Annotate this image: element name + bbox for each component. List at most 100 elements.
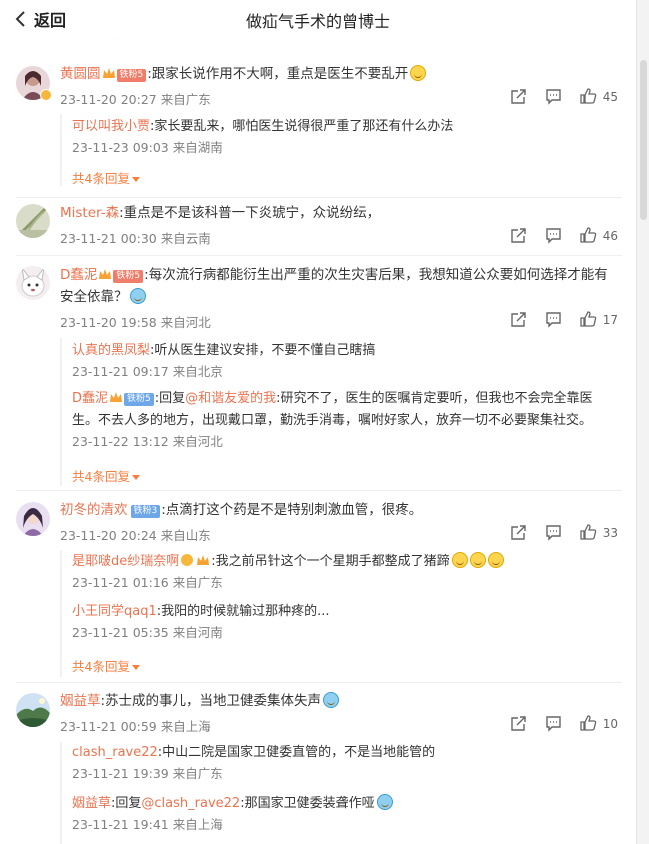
reply-prefix: :回复 [154,391,186,406]
page-title: 做疝气手术的曾博士 [245,12,390,31]
comment-meta: 23-11-20 20:24 来自山东 [60,528,211,543]
verified-badge-icon [181,554,194,566]
comment-text: :苏士成的事儿，当地卫健委集体失声 [100,693,322,709]
reply-text: :那国家卫健委装聋作哑 [240,796,375,811]
laugh-emoji-icon [410,65,427,81]
share-button[interactable] [510,311,527,328]
comment-icon [546,89,561,105]
reply-mention[interactable]: @clash_rave22 [141,796,240,811]
divider [16,197,622,198]
like-button[interactable]: 33 [580,524,618,541]
reply-meta: 23-11-21 19:41 来自上海 [72,817,223,832]
share-button[interactable] [510,524,527,541]
reply-list: 可以叫我小贾:家长要乱来，哪怕医生说得很严重了那还有什么办法 23-11-23 … [60,114,620,186]
like-icon [580,88,596,104]
like-button[interactable]: 17 [580,311,618,328]
comment-icon [546,312,561,328]
comment-button[interactable] [545,311,562,328]
comment-username[interactable]: 黄圆圆 [60,66,101,82]
comment-text: :重点是不是该科普一下炎琥宁，众说纷纭， [119,205,381,221]
cry-emoji-icon [469,552,486,568]
comment-icon [546,228,561,244]
more-replies-link[interactable]: 共4条回复 [72,656,140,675]
reply-list: clash_rave22:中山二院是国家卫健委直管的，不是当地能管的 23-11… [60,742,620,844]
reply-username[interactable]: D蠢泥 [72,391,108,406]
comment-button[interactable] [545,88,562,105]
share-icon [511,312,526,327]
reply-text: :我之前吊针这个一个星期手都整成了猪蹄 [211,554,450,569]
top-bar: 返回 做疝气手术的曾博士 [0,0,636,38]
crown-icon [102,68,115,78]
reply: 小王同学qaq1:我阳的时候就输过那种疼的... 23-11-21 05:35 … [72,601,617,643]
caret-down-icon [131,475,140,480]
scrollbar[interactable] [636,0,649,844]
like-icon [580,227,596,243]
fan-badge: 铁粉3 [130,505,161,518]
reply-meta: 23-11-21 09:17 来自北京 [72,364,223,379]
comment-button[interactable] [545,715,562,732]
like-icon [580,715,596,731]
comment-username[interactable]: 初冬的清欢 [60,502,128,518]
like-count: 45 [602,89,618,104]
comment-text: :点滴打这个药是不是特别刺激血管，很疼。 [161,502,423,518]
share-icon [511,716,526,731]
share-button[interactable] [510,715,527,732]
sweat-emoji-icon [129,288,146,304]
comment-actions: 45 [492,88,618,105]
reply-username[interactable]: 姻益草 [72,796,111,811]
more-replies-link[interactable]: 共4条回复 [72,466,140,485]
reply-meta: 23-11-22 13:12 来自河北 [72,434,223,449]
comment-button[interactable] [545,227,562,244]
avatar[interactable] [16,693,50,727]
avatar[interactable] [16,204,50,238]
like-count: 33 [602,525,618,540]
avatar-image [16,693,50,727]
comment-actions: 46 [492,227,618,244]
reply: 可以叫我小贾:家长要乱来，哪怕医生说得很严重了那还有什么办法 23-11-23 … [72,116,617,158]
comment-button[interactable] [545,524,562,541]
divider [16,490,622,491]
comment-icon [546,716,561,732]
reply-meta: 23-11-21 19:39 来自广东 [72,766,223,781]
comment-actions: 33 [492,524,618,541]
comment-username[interactable]: 姻益草 [60,693,101,709]
avatar[interactable] [16,266,50,300]
reply-username[interactable]: clash_rave22 [72,745,158,760]
reply: 姻益草:回复@clash_rave22:那国家卫健委装聋作哑 23-11-21 … [72,793,617,835]
avatar[interactable] [16,502,50,536]
more-replies-link[interactable]: 共4条回复 [72,168,140,187]
reply-list: 认真的黑凤梨:听从医生建议安排，不要不懂自己瞎搞 23-11-21 09:17 … [60,338,620,486]
scrollbar-thumb[interactable] [640,60,647,220]
reply: 认真的黑凤梨:听从医生建议安排，不要不懂自己瞎搞 23-11-21 09:17 … [72,340,617,382]
like-button[interactable]: 46 [580,227,618,244]
comment-meta: 23-11-21 00:30 来自云南 [60,231,211,246]
caret-down-icon [131,665,140,670]
like-count: 10 [602,716,618,731]
reply-text: :家长要乱来，哪怕医生说得很严重了那还有什么办法 [150,119,454,134]
like-button[interactable]: 45 [580,88,618,105]
share-button[interactable] [510,227,527,244]
like-count: 17 [602,312,618,327]
share-button[interactable] [510,88,527,105]
reply-text: :中山二院是国家卫健委直管的，不是当地能管的 [157,745,436,760]
share-icon [511,89,526,104]
reply-username[interactable]: 可以叫我小贾 [72,119,150,134]
caret-down-icon [131,177,140,182]
like-button[interactable]: 10 [580,715,618,732]
reply: clash_rave22:中山二院是国家卫健委直管的，不是当地能管的 23-11… [72,742,617,784]
reply-username[interactable]: 认真的黑凤梨 [72,343,150,358]
reply-list: 是耶啵de纱瑞奈啊:我之前吊针这个一个星期手都整成了猪蹄 23-11-21 01… [60,551,620,677]
reply: D蠢泥 铁粉5:回复@和谐友爱的我:研究不了，医生的医嘱肯定要听，但我也不会完全靠… [72,388,617,452]
crown-icon [197,555,210,565]
share-icon [511,525,526,540]
comment-username[interactable]: Mister-森 [60,205,119,221]
reply-username[interactable]: 小王同学qaq1 [72,604,157,619]
share-icon [511,228,526,243]
comment-meta: 23-11-20 20:27 来自广东 [60,92,211,107]
divider [16,682,622,683]
reply-username[interactable]: 是耶啵de纱瑞奈啊 [72,554,179,569]
fan-badge: 铁粉5 [124,393,154,406]
reply-mention[interactable]: @和谐友爱的我 [185,391,276,406]
crown-icon [99,269,112,279]
comment-username[interactable]: D蠢泥 [60,267,97,283]
